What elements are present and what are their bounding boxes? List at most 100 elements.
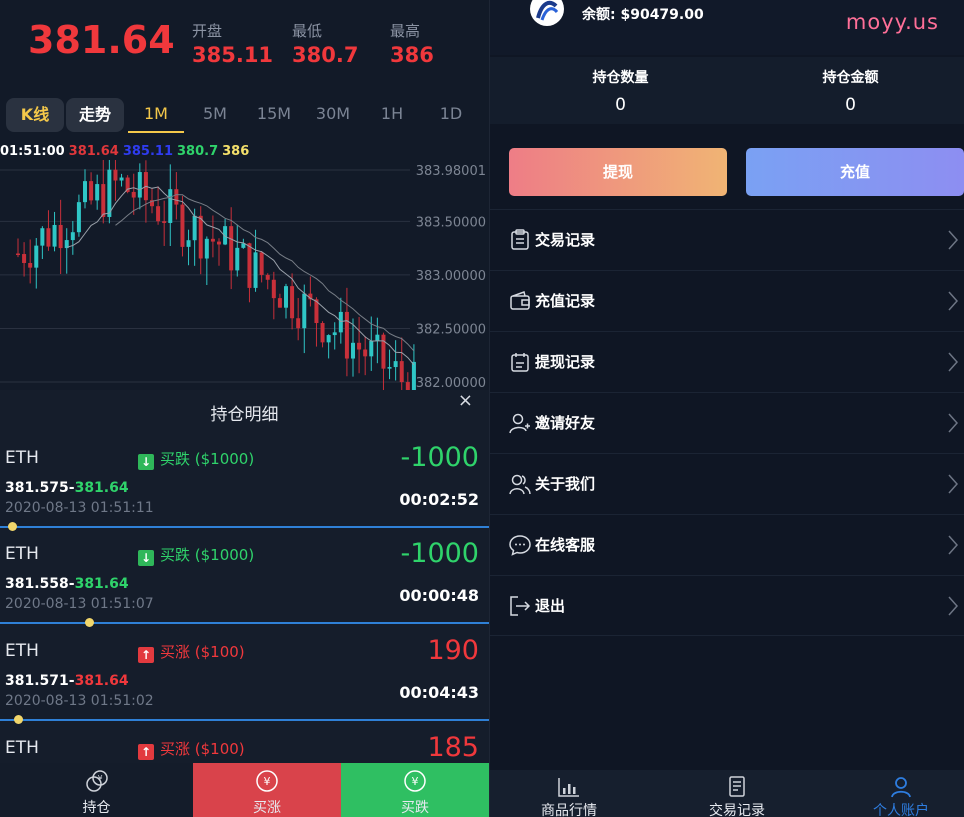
candle-body <box>296 318 301 329</box>
menu-deposit-records[interactable]: 充值记录 <box>490 270 964 331</box>
high-stat: 最高 386 <box>390 20 434 67</box>
order-time: 2020-08-13 01:51:02 <box>5 693 154 709</box>
candle-body <box>369 340 374 357</box>
buy-up-button[interactable]: ¥ 买涨 <box>193 763 341 817</box>
candle-body <box>16 253 20 256</box>
candle-body <box>332 332 337 336</box>
candle-body <box>52 224 57 247</box>
menu-trade-records[interactable]: 交易记录 <box>490 209 964 270</box>
tab-1m[interactable]: 1M <box>128 95 184 133</box>
candle-body <box>28 263 33 268</box>
order-pnl: 185 <box>427 732 479 763</box>
high-label: 最高 <box>390 22 421 40</box>
logout-icon <box>510 596 531 616</box>
hold-amt-label: 持仓金额 <box>822 70 879 86</box>
candle-body <box>46 228 51 247</box>
order-direction: ↑ 买涨 ($100) <box>138 738 245 760</box>
y-tick-label: 383.00000 <box>416 269 486 284</box>
current-price: 381.64 <box>28 18 175 62</box>
order-row[interactable]: ETH ↓ 买跌 ($1000) -1000 381.575-381.64 2020-08… <box>0 440 489 536</box>
nav-market[interactable]: 商品行情 <box>490 770 648 817</box>
order-price-range: 381.575-381.64 <box>5 480 129 496</box>
tab-1d[interactable]: 1D <box>423 95 479 133</box>
nav-trades[interactable]: 交易记录 <box>658 770 816 817</box>
menu-withdraw-records[interactable]: 提现记录 <box>490 331 964 392</box>
arrow-up-icon: ↑ <box>138 647 154 663</box>
hold-button[interactable]: ¥ 持仓 <box>0 763 193 817</box>
coins-icon: ¥ <box>85 770 108 792</box>
order-progress-marker <box>14 715 23 724</box>
order-symbol: ETH <box>5 641 39 661</box>
candle-body <box>277 298 282 308</box>
order-duration: 00:02:52 <box>399 490 479 509</box>
order-row[interactable]: ETH ↑ 买涨 ($100) 190 381.571-381.64 2020-08-13… <box>0 633 489 729</box>
candle-body <box>363 349 368 357</box>
menu-about-us[interactable]: 关于我们 <box>490 453 964 514</box>
order-direction: ↑ 买涨 ($100) <box>138 641 245 663</box>
order-progress-bar <box>0 622 489 624</box>
candle-body <box>76 202 81 233</box>
tab-5m[interactable]: 5M <box>187 95 243 133</box>
candle-body <box>95 184 100 201</box>
hold-qty: 持仓数量 0 <box>502 67 739 115</box>
candle-body <box>34 245 39 268</box>
order-time: 2020-08-13 01:51:07 <box>5 596 154 612</box>
candle-body <box>156 206 161 222</box>
candlestick-chart[interactable]: 383.98001 383.50000 383.00000 382.50000 382.… <box>0 160 489 390</box>
chevron-right-icon <box>948 413 959 433</box>
positions-panel: 持仓明细 × ETH ↓ 买跌 ($1000) -1000 381.575-381.64… <box>0 390 489 817</box>
low-label: 最低 <box>292 22 323 40</box>
order-direction-label: 买涨 ($100) <box>160 643 245 661</box>
chevron-right-icon <box>948 230 959 250</box>
candle-body <box>70 232 75 241</box>
buy-down-button[interactable]: ¥ 买跌 <box>341 763 489 817</box>
deposit-button[interactable]: 充值 <box>746 148 964 196</box>
candle-body <box>113 169 118 181</box>
tab-kline[interactable]: K线 <box>6 98 64 132</box>
user-add-icon <box>509 413 530 434</box>
order-pnl: -1000 <box>400 538 479 569</box>
menu-invite-friends[interactable]: 邀请好友 <box>490 392 964 453</box>
chevron-right-icon <box>948 291 959 311</box>
account-panel: 余额: $90479.00 moyy.us 持仓数量 0 持仓金额 0 提现 充… <box>489 0 964 817</box>
order-symbol: ETH <box>5 738 39 758</box>
candle-body <box>217 241 221 245</box>
order-pnl: -1000 <box>400 442 479 473</box>
order-direction-label: 买跌 ($1000) <box>160 450 255 468</box>
tab-trend[interactable]: 走势 <box>66 98 124 132</box>
chevron-right-icon <box>948 474 959 494</box>
candle-body <box>351 342 355 359</box>
candle-body <box>229 226 234 271</box>
order-row[interactable]: ETH ↓ 买跌 ($1000) -1000 381.558-381.64 2020-08… <box>0 536 489 632</box>
candle-body <box>40 228 45 246</box>
candle-body <box>302 293 307 329</box>
close-icon[interactable]: × <box>458 390 473 412</box>
candle-body <box>253 252 258 288</box>
candle-body <box>387 367 392 369</box>
open-value: 385.11 <box>192 43 274 67</box>
menu-online-service[interactable]: 在线客服 <box>490 514 964 575</box>
candle-body <box>338 311 343 333</box>
candle-body <box>83 181 87 203</box>
withdraw-button[interactable]: 提现 <box>509 148 727 196</box>
candle-body <box>168 189 173 223</box>
moving-average-line <box>66 185 415 366</box>
menu-logout[interactable]: 退出 <box>490 575 964 636</box>
tab-1h[interactable]: 1H <box>364 95 420 133</box>
nav-account[interactable]: 个人账户 <box>822 770 964 817</box>
order-symbol: ETH <box>5 448 39 468</box>
holdings-summary: 持仓数量 0 持仓金额 0 <box>490 57 964 124</box>
tab-30m[interactable]: 30M <box>305 95 361 133</box>
menu-label: 退出 <box>535 597 566 615</box>
candle-body <box>393 361 398 368</box>
buy-up-label: 买涨 <box>253 800 281 816</box>
account-header: 余额: $90479.00 moyy.us <box>490 0 964 55</box>
tab-15m[interactable]: 15M <box>246 95 302 133</box>
candle-body <box>344 311 349 359</box>
quote-header: 381.64 开盘 385.11 最低 380.7 最高 386 <box>0 0 489 90</box>
order-close-price: 381.64 <box>74 576 129 592</box>
arrow-down-icon: ↓ <box>138 454 154 470</box>
open-label: 开盘 <box>192 22 223 40</box>
calendar-list-icon <box>511 353 529 372</box>
hold-qty-value: 0 <box>615 95 626 115</box>
